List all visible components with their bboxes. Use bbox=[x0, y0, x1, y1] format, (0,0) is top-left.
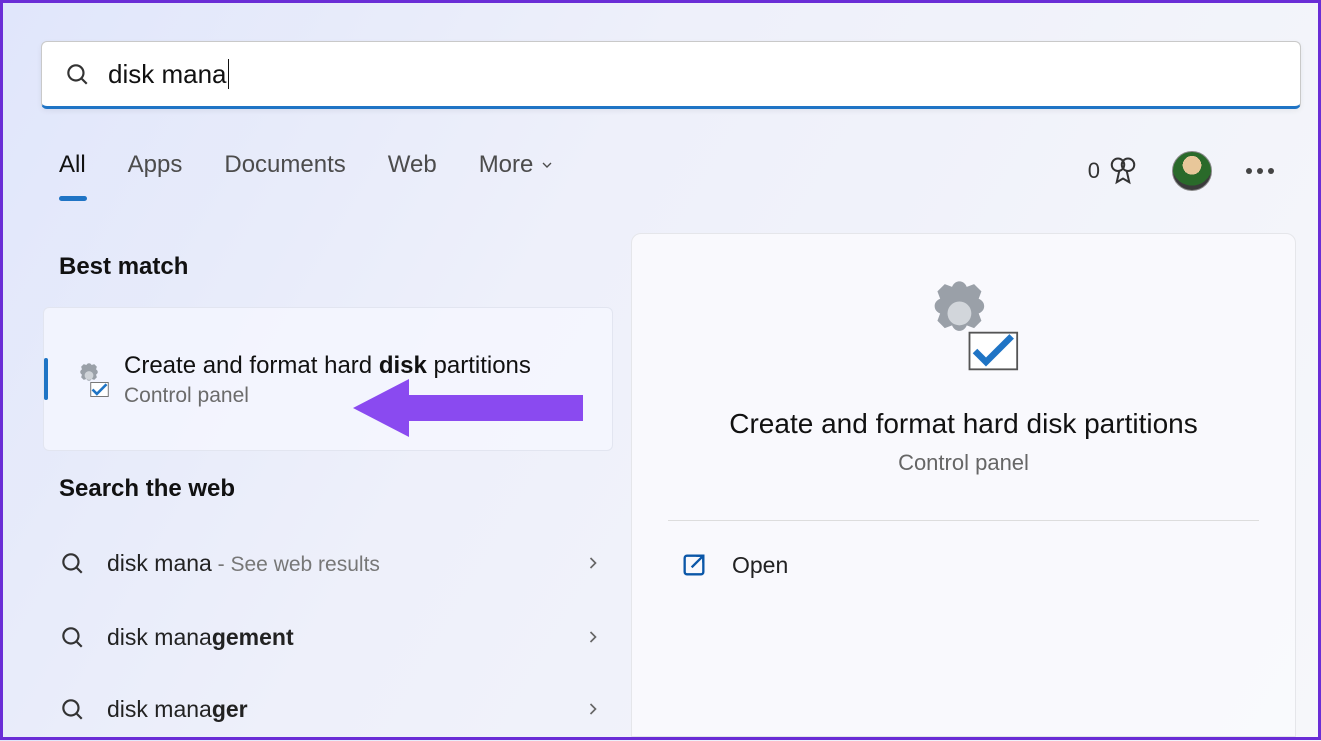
web-result-3[interactable]: disk manager bbox=[59, 677, 613, 741]
medal-icon bbox=[1108, 156, 1138, 186]
search-web-heading: Search the web bbox=[59, 475, 235, 503]
open-action[interactable]: Open bbox=[668, 551, 1259, 579]
control-panel-icon bbox=[68, 358, 110, 400]
search-icon bbox=[59, 696, 85, 722]
filter-row: All Apps Documents Web More 0 bbox=[59, 151, 1274, 191]
search-icon bbox=[59, 550, 85, 576]
web-result-1[interactable]: disk mana - See web results bbox=[59, 531, 613, 595]
chevron-right-icon bbox=[583, 699, 603, 719]
preview-title: Create and format hard disk partitions bbox=[668, 408, 1259, 440]
user-avatar[interactable] bbox=[1172, 151, 1212, 191]
search-box[interactable]: disk mana bbox=[41, 41, 1301, 109]
tab-more-label: More bbox=[479, 151, 534, 179]
chevron-down-icon bbox=[539, 157, 555, 173]
more-options-button[interactable] bbox=[1246, 168, 1274, 174]
web-result-1-label: disk mana - See web results bbox=[107, 550, 583, 577]
chevron-right-icon bbox=[583, 553, 603, 573]
tab-more[interactable]: More bbox=[479, 151, 556, 191]
best-match-title: Create and format hard disk partitions bbox=[124, 350, 598, 382]
control-panel-icon bbox=[909, 274, 1019, 384]
tab-all[interactable]: All bbox=[59, 151, 86, 191]
best-match-result[interactable]: Create and format hard disk partitions C… bbox=[43, 307, 613, 451]
rewards-count: 0 bbox=[1088, 158, 1100, 184]
divider bbox=[668, 520, 1259, 521]
chevron-right-icon bbox=[583, 627, 603, 647]
tab-apps[interactable]: Apps bbox=[128, 151, 183, 191]
best-match-text: Create and format hard disk partitions C… bbox=[124, 350, 598, 408]
best-match-heading: Best match bbox=[59, 253, 188, 281]
open-label: Open bbox=[732, 552, 788, 579]
web-result-3-label: disk manager bbox=[107, 696, 583, 723]
web-result-2-label: disk management bbox=[107, 624, 583, 651]
rewards-badge[interactable]: 0 bbox=[1088, 156, 1138, 186]
open-external-icon bbox=[680, 551, 708, 579]
web-result-2[interactable]: disk management bbox=[59, 605, 613, 669]
tab-web[interactable]: Web bbox=[388, 151, 437, 191]
search-icon bbox=[59, 624, 85, 650]
preview-subtitle: Control panel bbox=[668, 450, 1259, 476]
best-match-subtitle: Control panel bbox=[124, 384, 598, 408]
preview-panel: Create and format hard disk partitions C… bbox=[631, 233, 1296, 737]
tab-documents[interactable]: Documents bbox=[224, 151, 345, 191]
